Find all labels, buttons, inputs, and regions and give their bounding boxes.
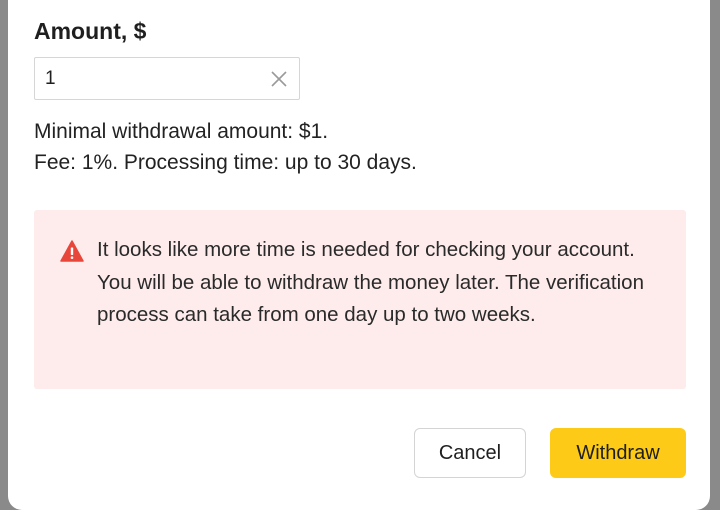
cancel-button[interactable]: Cancel (414, 428, 526, 478)
amount-label: Amount, $ (34, 18, 147, 44)
verification-alert: It looks like more time is needed for ch… (34, 210, 686, 389)
withdraw-button[interactable]: Withdraw (550, 428, 686, 478)
alert-message: It looks like more time is needed for ch… (97, 238, 644, 326)
close-icon[interactable] (269, 69, 289, 89)
withdraw-dialog: Amount, $ Minimal withdrawal amount: $1.… (8, 0, 710, 510)
withdrawal-info: Minimal withdrawal amount: $1. Fee: 1%. … (34, 116, 417, 178)
amount-field-container[interactable] (34, 57, 300, 100)
amount-input[interactable] (45, 58, 265, 99)
fee-text: Fee: 1%. Processing time: up to 30 days. (34, 151, 417, 174)
warning-icon (60, 240, 84, 262)
minimal-amount-text: Minimal withdrawal amount: $1. (34, 120, 329, 143)
